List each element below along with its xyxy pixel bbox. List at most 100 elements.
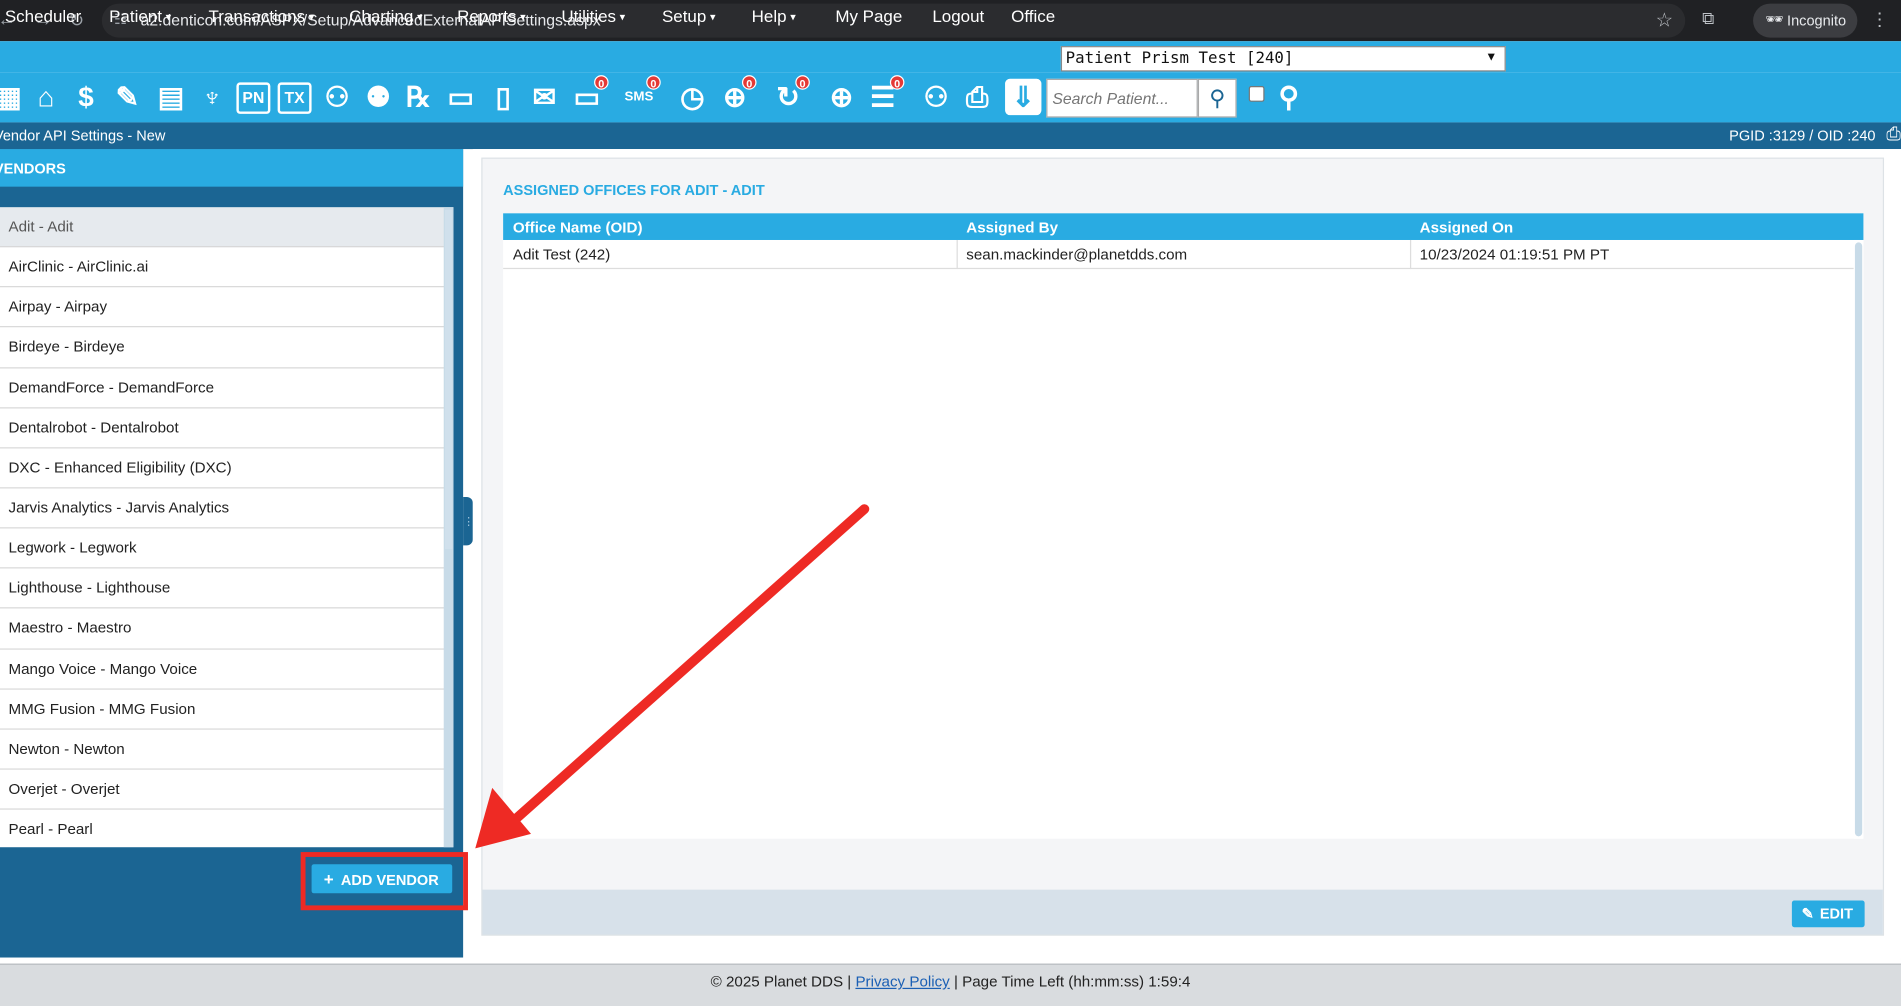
- bookmark-star-icon[interactable]: ☆: [1656, 8, 1673, 32]
- search-patient-icon[interactable]: ⚲: [1197, 78, 1237, 118]
- menu-item-label: Logout: [932, 6, 985, 26]
- menu-item-logout[interactable]: Logout: [932, 6, 984, 25]
- advanced-search-icon[interactable]: ⚲: [1271, 79, 1307, 115]
- vendor-list-item[interactable]: DXC - Enhanced Eligibility (DXC): [0, 448, 454, 489]
- vendor-list-item[interactable]: Adit - Adit: [0, 207, 454, 248]
- vendor-list-item[interactable]: Legwork - Legwork: [0, 529, 454, 569]
- column-divider: [956, 239, 958, 270]
- vendor-list-item[interactable]: Jarvis Analytics - Jarvis Analytics: [0, 488, 454, 529]
- page-time-left: | Page Time Left (hh:mm:ss) 1:59:4: [953, 973, 1191, 991]
- recall-icon[interactable]: ↻ 0: [770, 75, 810, 115]
- menu-item-charting[interactable]: Charting ▾: [349, 6, 422, 25]
- grid-scrollbar[interactable]: [1853, 239, 1864, 839]
- chevron-down-icon: ▼: [1485, 50, 1498, 65]
- vendor-list-scrollbar[interactable]: [443, 207, 454, 848]
- lens-icon[interactable]: ⧉: [1702, 8, 1714, 29]
- vendor-list-item[interactable]: Dentalrobot - Dentalrobot: [0, 408, 454, 449]
- pencil-icon: ✎: [1801, 905, 1814, 923]
- print-form-icon[interactable]: ▯: [485, 79, 521, 115]
- column-header[interactable]: Assigned By: [966, 219, 1058, 236]
- menu-item-label: Setup: [661, 6, 707, 26]
- privacy-policy-link[interactable]: Privacy Policy: [855, 973, 949, 990]
- menu-item-label: Scheduler: [4, 6, 82, 26]
- printer-icon[interactable]: ⎙: [959, 79, 995, 115]
- download-icon[interactable]: ⇓: [1005, 78, 1042, 116]
- edit-note-icon[interactable]: ✎: [109, 79, 145, 115]
- tooth-icon[interactable]: ♆: [194, 79, 230, 115]
- sms-label: SMS: [624, 89, 654, 105]
- main-menu-bar: [0, 41, 1901, 73]
- globe-alert-icon[interactable]: ⊕ 0: [717, 75, 757, 115]
- treatment-button[interactable]: TX: [277, 82, 312, 114]
- menu-item-label: Reports: [457, 6, 517, 26]
- office-label: Office: [1011, 6, 1056, 26]
- column-header[interactable]: Assigned On: [1420, 219, 1513, 236]
- tooth-chart-icon[interactable]: ▤: [153, 79, 189, 115]
- vendor-list-item[interactable]: MMG Fusion - MMG Fusion: [0, 689, 454, 730]
- vendor-list-item[interactable]: AirClinic - AirClinic.ai: [0, 247, 454, 288]
- menu-item-label: My Page: [835, 6, 903, 26]
- menu-item-scheduler[interactable]: Scheduler: [5, 6, 81, 25]
- vendor-list-item[interactable]: Maestro - Maestro: [0, 609, 454, 650]
- chevron-down-icon: ▾: [416, 10, 423, 24]
- vendor-list-item[interactable]: Overjet - Overjet: [0, 770, 454, 810]
- message-icon[interactable]: ▭ 0: [569, 75, 609, 115]
- add-family-icon[interactable]: ⚉: [360, 79, 396, 115]
- pgid-oid-label: PGID :3129 / OID :240: [1729, 127, 1876, 145]
- vendor-list-item[interactable]: Mango Voice - Mango Voice: [0, 649, 454, 690]
- progress-notes-button[interactable]: PN: [236, 82, 271, 114]
- table-cell: sean.mackinder@planetdds.com: [966, 246, 1188, 264]
- vendor-list-item[interactable]: Birdeye - Birdeye: [0, 328, 454, 368]
- chevron-down-icon: ▾: [308, 10, 315, 24]
- scrollbar-thumb[interactable]: [1854, 242, 1863, 837]
- messages-badge: 0: [594, 75, 609, 90]
- screen: ← → ↻ ☷ a2.denticon.com/ASPX/Setup/Advan…: [0, 0, 1901, 1006]
- vendor-list: Adit - Adit AirClinic - AirClinic.ai Airpa…: [0, 207, 454, 848]
- highlight-box: [300, 852, 468, 911]
- web-icon[interactable]: ⊕: [823, 79, 859, 115]
- prescription-icon[interactable]: ℞: [400, 79, 436, 115]
- office-select[interactable]: Patient Prism Test [240] ▼: [1060, 46, 1506, 72]
- team-icon[interactable]: ⚇: [918, 79, 954, 115]
- mail-icon[interactable]: ✉: [526, 79, 562, 115]
- print-icon[interactable]: ⎙: [1886, 124, 1901, 145]
- assigned-offices-title: ASSIGNED OFFICES FOR ADIT - ADIT: [503, 181, 765, 199]
- vendor-list-item[interactable]: Newton - Newton: [0, 729, 454, 770]
- page-title: Vendor API Settings - New: [0, 127, 166, 145]
- vendors-header-label: VENDORS: [0, 159, 66, 177]
- chevron-down-icon: ▾: [790, 10, 796, 24]
- table-row[interactable]: Adit Test (242) sean.mackinder@planetdds.…: [503, 239, 1854, 270]
- scrollbar-thumb[interactable]: [444, 209, 453, 550]
- menu-item-transactions[interactable]: Transactions ▾: [209, 6, 315, 25]
- column-header[interactable]: Office Name (OID): [513, 219, 643, 236]
- chevron-down-icon: ▾: [709, 10, 716, 24]
- menu-item-setup[interactable]: Setup ▾: [662, 6, 715, 25]
- edit-label: EDIT: [1819, 905, 1853, 923]
- menu-item-utilities[interactable]: Utilities ▾: [561, 6, 625, 25]
- search-patient-input[interactable]: [1046, 78, 1198, 118]
- forms-icon[interactable]: ☰ 0: [864, 75, 905, 115]
- vendor-list-item[interactable]: Pearl - Pearl: [0, 810, 453, 847]
- calendar-icon[interactable]: ▦: [0, 79, 27, 115]
- home-icon[interactable]: ⌂: [28, 79, 64, 115]
- document-icon[interactable]: ▭: [443, 79, 479, 115]
- browser-menu-icon[interactable]: ⋮: [1871, 8, 1889, 31]
- menu-item-help[interactable]: Help ▾: [752, 6, 796, 25]
- vendors-header: VENDORS: [0, 149, 464, 187]
- add-patient-icon[interactable]: ⚇: [319, 79, 355, 115]
- vendor-list-item[interactable]: Lighthouse - Lighthouse: [0, 569, 454, 609]
- vendor-list-item[interactable]: DemandForce - DemandForce: [0, 368, 454, 409]
- chevron-down-icon: ▾: [520, 10, 526, 24]
- sms-icon[interactable]: SMS 0: [621, 75, 661, 115]
- dollar-icon[interactable]: $: [68, 79, 104, 115]
- edit-button[interactable]: ✎ EDIT: [1791, 900, 1865, 928]
- incognito-badge[interactable]: 🕶 Incognito: [1753, 3, 1858, 38]
- clock-icon[interactable]: ◷: [674, 79, 710, 115]
- search-option-checkbox[interactable]: [1248, 86, 1265, 102]
- panel-splitter-handle[interactable]: ⋮: [463, 496, 474, 546]
- menu-item-patient[interactable]: Patient ▾: [109, 6, 171, 25]
- menu-item-my-page[interactable]: My Page: [835, 6, 902, 25]
- chevron-down-icon: ▾: [619, 10, 626, 24]
- vendor-list-item[interactable]: Airpay - Airpay: [0, 288, 454, 328]
- menu-item-reports[interactable]: Reports ▾: [457, 6, 526, 25]
